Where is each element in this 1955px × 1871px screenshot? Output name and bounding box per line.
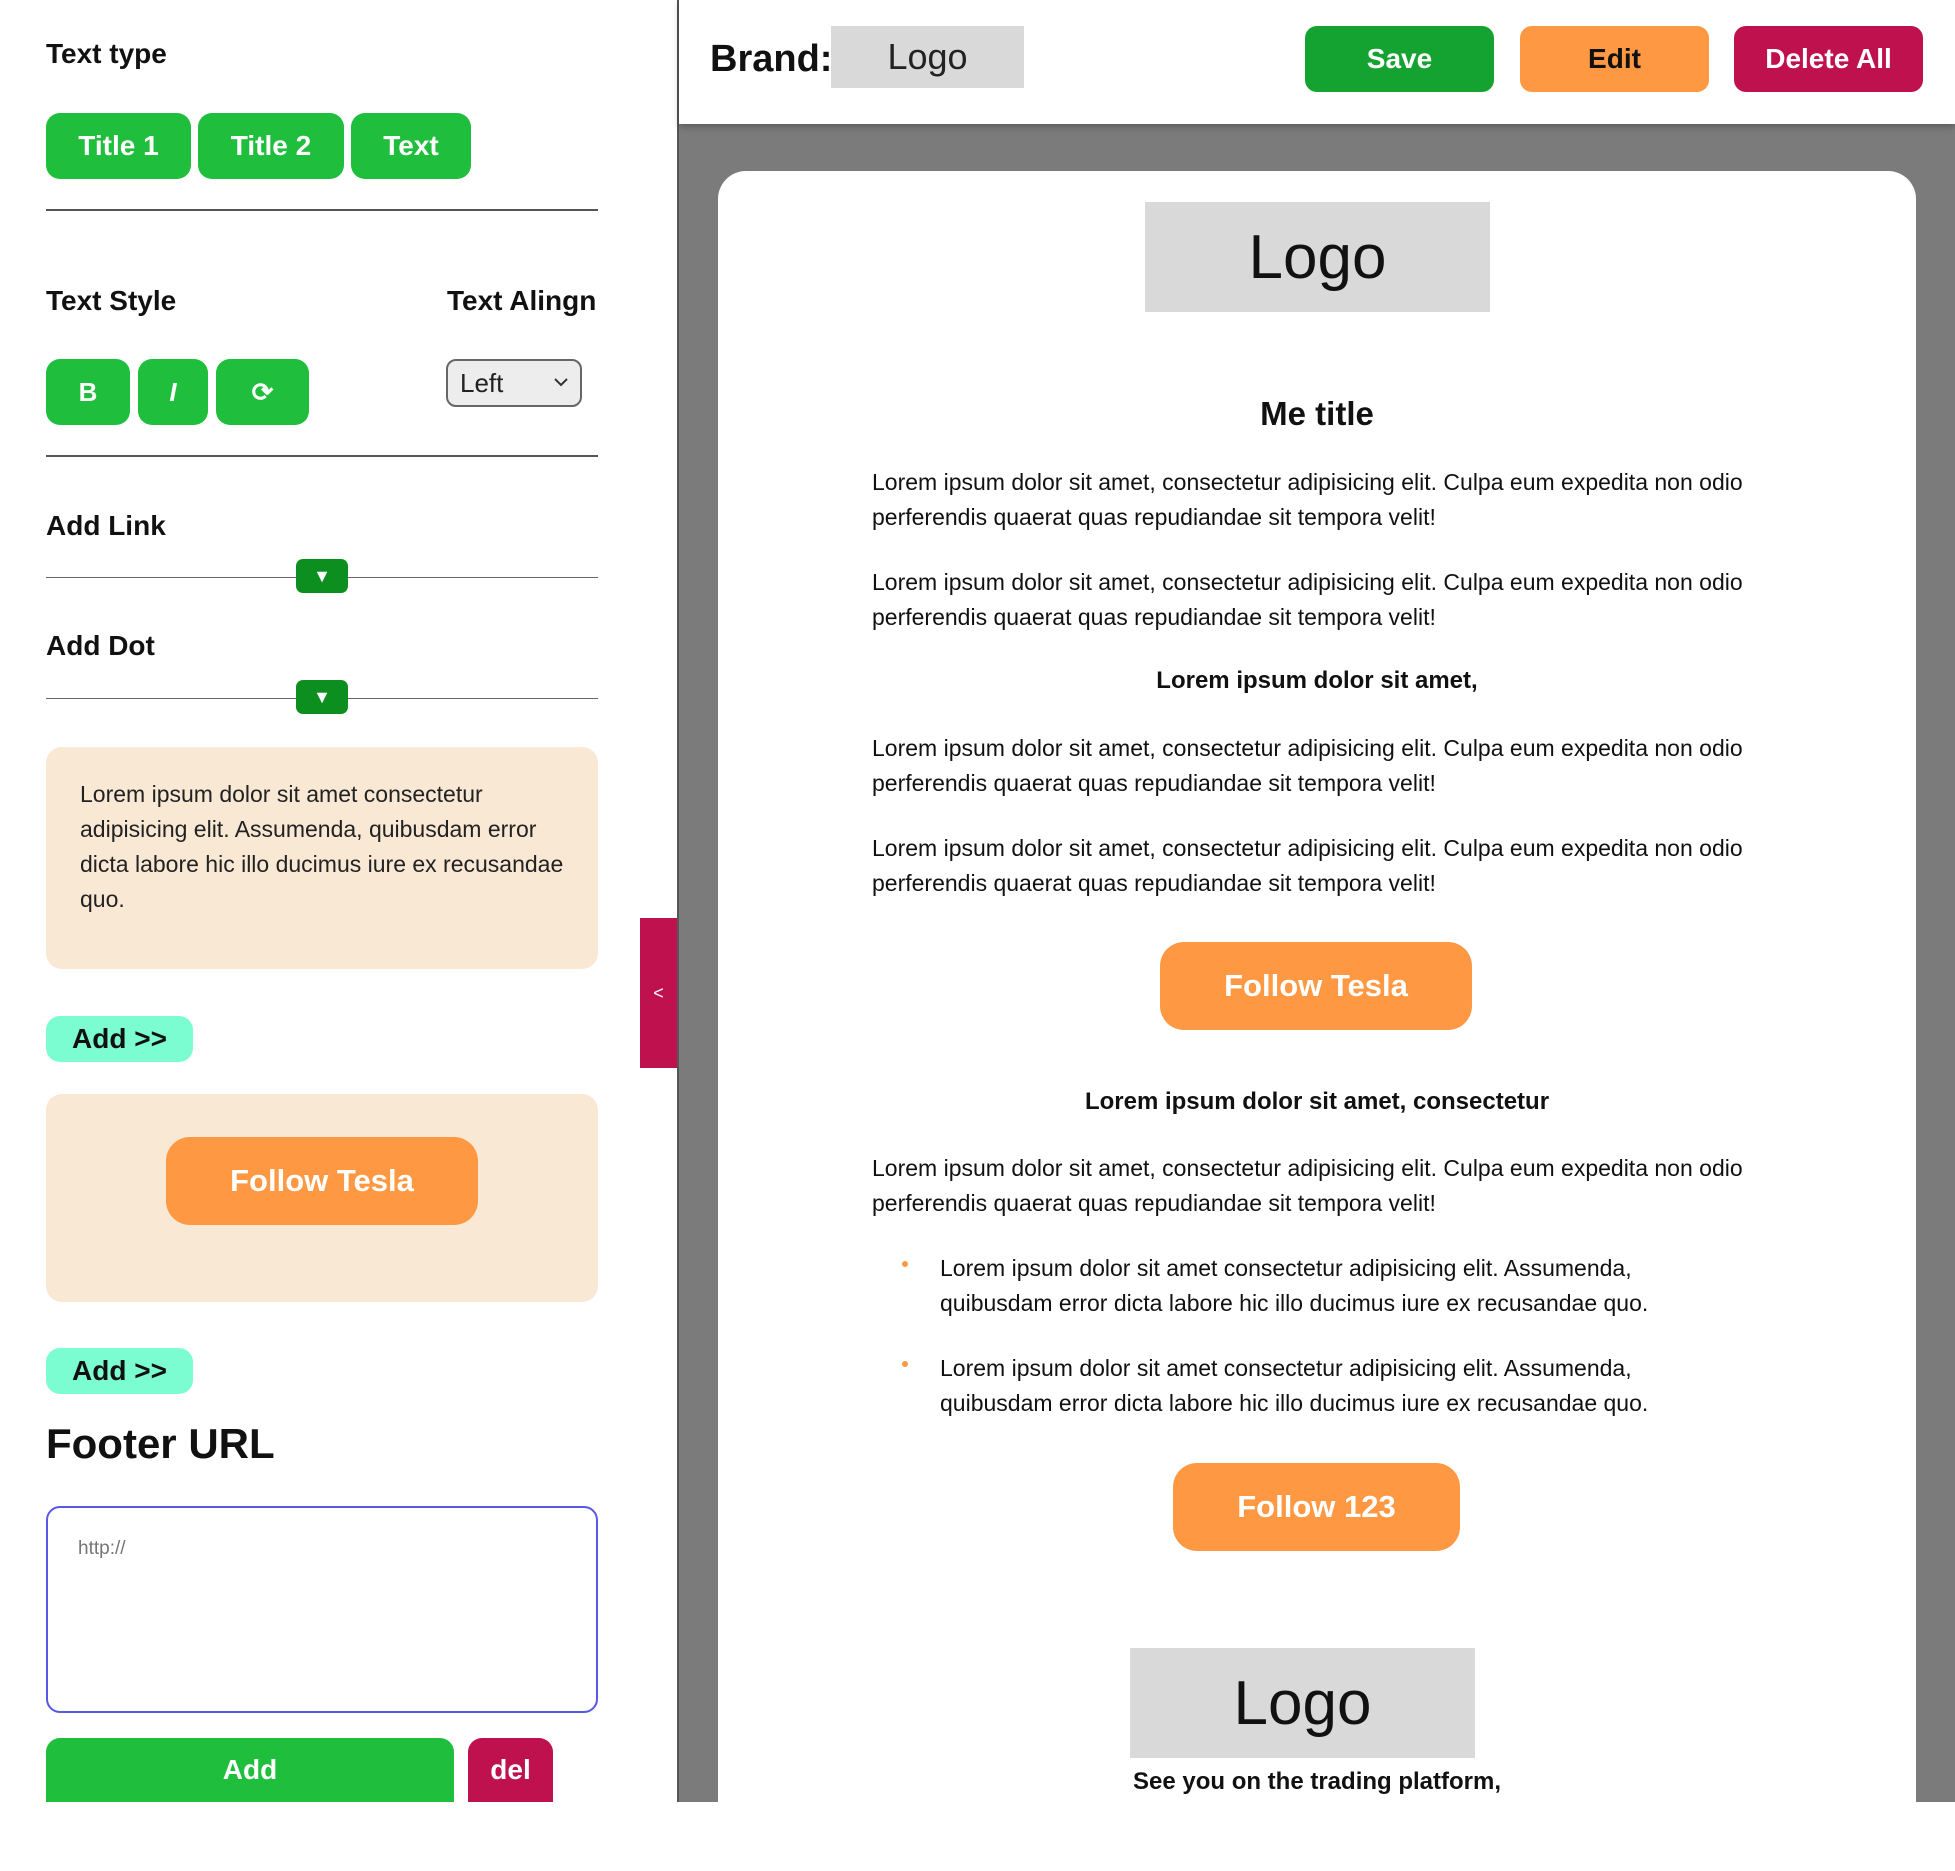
save-button[interactable]: Save (1305, 26, 1494, 92)
bullet-dot-icon (902, 1361, 908, 1367)
email-logo[interactable]: Logo (1145, 202, 1490, 312)
email-paragraph[interactable]: Lorem ipsum dolor sit amet, consectetur … (872, 831, 1752, 901)
footer-add-button[interactable]: Add (46, 1738, 454, 1802)
email-subtitle[interactable]: Lorem ipsum dolor sit amet, (718, 667, 1916, 695)
title2-button[interactable]: Title 2 (198, 113, 344, 179)
text-style-label: Text Style (46, 285, 177, 316)
bold-button[interactable]: B (46, 359, 130, 425)
email-footer-logo[interactable]: Logo (1130, 1648, 1475, 1758)
list-item[interactable]: Lorem ipsum dolor sit amet consectetur a… (940, 1351, 1740, 1421)
email-preview-card: Logo Me title Lorem ipsum dolor sit amet… (718, 171, 1916, 1871)
follow-123-button[interactable]: Follow 123 (1173, 1463, 1460, 1551)
email-paragraph[interactable]: Lorem ipsum dolor sit amet, consectetur … (872, 565, 1752, 635)
follow-tesla-button[interactable]: Follow Tesla (1160, 942, 1472, 1030)
preview-text: Lorem ipsum dolor sit amet consectetur a… (80, 781, 564, 912)
add-button-button[interactable]: Add >> (46, 1348, 193, 1394)
button-preview-card: Follow Tesla (46, 1094, 598, 1302)
add-link-toggle[interactable]: ▼ (296, 559, 348, 593)
add-link-label: Add Link (46, 510, 166, 541)
preview-follow-button[interactable]: Follow Tesla (166, 1137, 478, 1225)
collapse-sidebar-button[interactable]: < (640, 918, 677, 1068)
chevron-left-icon: < (653, 982, 664, 1003)
text-align-value: Left (460, 367, 504, 398)
triangle-down-icon: ▼ (313, 565, 331, 586)
triangle-down-icon: ▼ (313, 686, 331, 707)
text-button[interactable]: Text (351, 113, 471, 179)
email-title[interactable]: Me title (718, 395, 1916, 433)
add-dot-toggle[interactable]: ▼ (296, 680, 348, 714)
section-divider (46, 455, 598, 457)
email-paragraph[interactable]: Lorem ipsum dolor sit amet, consectetur … (872, 731, 1752, 801)
reset-style-button[interactable]: ⟳ (216, 359, 309, 425)
brand-label: Brand: (710, 38, 833, 80)
edit-button[interactable]: Edit (1520, 26, 1709, 92)
footer-url-input[interactable] (46, 1506, 598, 1713)
text-preview-card: Lorem ipsum dolor sit amet consectetur a… (46, 747, 598, 969)
section-divider (46, 209, 598, 211)
list-item[interactable]: Lorem ipsum dolor sit amet consectetur a… (940, 1251, 1740, 1321)
title1-button[interactable]: Title 1 (46, 113, 191, 179)
editor-sidebar: Text type Title 1 Title 2 Text Text Styl… (0, 0, 677, 1802)
footer-url-title: Footer URL (46, 1420, 275, 1467)
delete-all-button[interactable]: Delete All (1734, 26, 1923, 92)
add-text-button[interactable]: Add >> (46, 1016, 193, 1062)
email-paragraph[interactable]: Lorem ipsum dolor sit amet, consectetur … (872, 1151, 1752, 1221)
email-signoff[interactable]: See you on the trading platform, (718, 1768, 1916, 1796)
text-align-select[interactable]: Left (446, 359, 582, 407)
add-dot-label: Add Dot (46, 630, 155, 661)
bullet-dot-icon (902, 1261, 908, 1267)
email-canvas: Logo Me title Lorem ipsum dolor sit amet… (679, 124, 1955, 1871)
chevron-down-icon (554, 374, 568, 392)
email-subtitle[interactable]: Lorem ipsum dolor sit amet, consectetur (718, 1088, 1916, 1116)
text-align-label: Text Alingn (447, 285, 597, 316)
brand-logo[interactable]: Logo (831, 26, 1024, 88)
italic-button[interactable]: I (138, 359, 208, 425)
top-bar: Brand: Logo Save Edit Delete All (679, 0, 1955, 124)
footer-delete-button[interactable]: del (468, 1738, 553, 1802)
text-type-label: Text type (46, 38, 167, 69)
email-paragraph[interactable]: Lorem ipsum dolor sit amet, consectetur … (872, 465, 1752, 535)
